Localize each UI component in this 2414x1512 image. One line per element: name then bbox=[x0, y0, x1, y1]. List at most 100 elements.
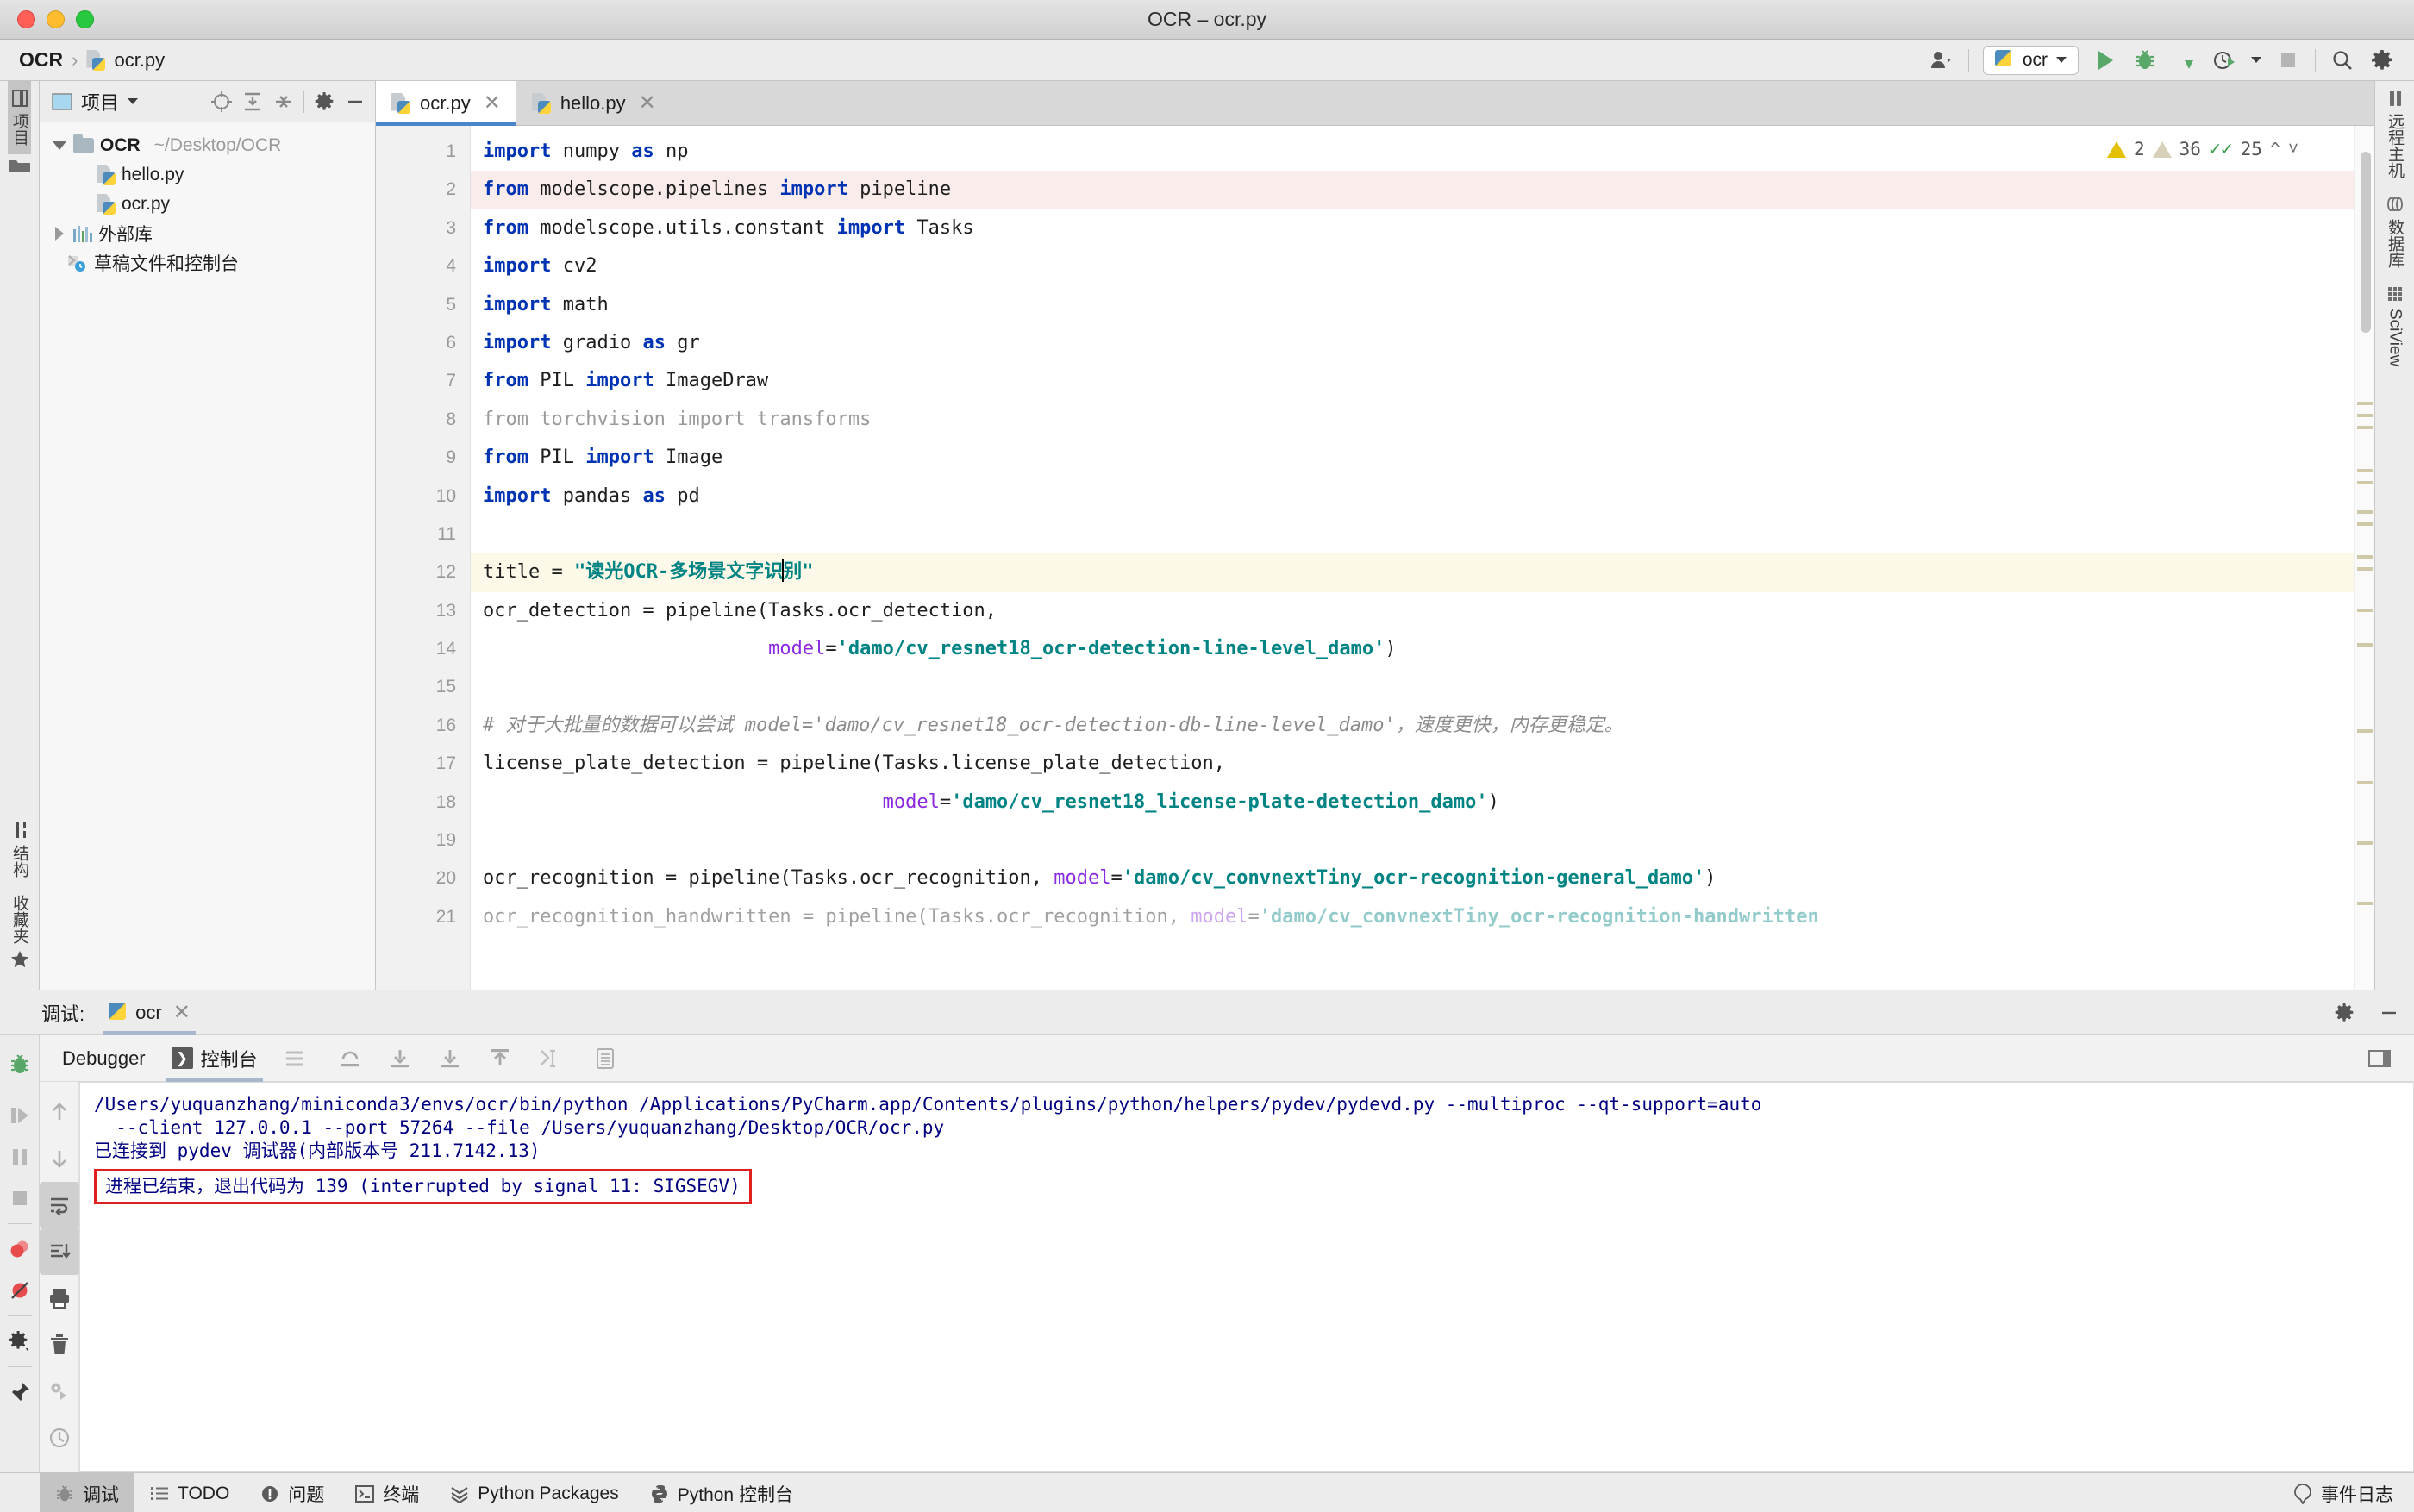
tree-item-ocr-py[interactable]: ocr.py bbox=[40, 190, 375, 219]
step-into-icon[interactable] bbox=[378, 1035, 422, 1082]
tab-console-label: 控制台 bbox=[200, 1048, 258, 1071]
code-editor[interactable]: 1 2 3 4 5 6 7 8 9 10 11 12 13 14 15 16 1… bbox=[376, 126, 2374, 990]
scroll-up-icon[interactable] bbox=[40, 1089, 79, 1135]
sidebar-item-favorites[interactable]: 收藏夹 bbox=[8, 886, 31, 978]
profile-icon[interactable] bbox=[2211, 47, 2237, 73]
bottom-tab-debug[interactable]: 调试 bbox=[40, 1472, 134, 1512]
chevron-right-icon-tree[interactable] bbox=[52, 227, 67, 241]
stop-program-icon[interactable] bbox=[0, 1178, 40, 1219]
force-step-into-icon[interactable] bbox=[428, 1035, 472, 1082]
tree-item-external-libraries[interactable]: 外部库 bbox=[40, 219, 375, 248]
tab-debugger[interactable]: Debugger bbox=[52, 1035, 156, 1082]
inspection-widget[interactable]: 2 36 ✓✓ 25 ^ ˅ bbox=[2101, 136, 2304, 162]
chevron-up-icon[interactable]: ^ bbox=[2270, 139, 2280, 159]
run-configuration-selector[interactable]: ocr bbox=[1982, 45, 2079, 75]
breadcrumb-project[interactable]: OCR bbox=[19, 48, 63, 72]
folder-badge-icon[interactable] bbox=[9, 154, 31, 177]
sidebar-item-structure-label: 结构 bbox=[10, 845, 28, 878]
close-icon[interactable]: ✕ bbox=[484, 91, 501, 116]
step-out-icon[interactable] bbox=[478, 1035, 522, 1082]
search-icon[interactable] bbox=[2330, 47, 2355, 73]
editor-code-area[interactable]: import numpy as np from modelscope.pipel… bbox=[471, 126, 2354, 990]
chevron-down-icon-tree[interactable] bbox=[52, 141, 67, 150]
close-icon[interactable]: ✕ bbox=[173, 1000, 191, 1025]
resume-program-icon[interactable] bbox=[0, 1095, 40, 1136]
sidebar-item-remote-host[interactable]: 远程主机 bbox=[2383, 81, 2406, 187]
sidebar-item-project[interactable]: 项目 bbox=[8, 81, 31, 154]
settings-gear-icon[interactable] bbox=[2333, 1002, 2355, 1024]
account-icon[interactable] bbox=[1929, 47, 1954, 73]
settings-gear-icon[interactable] bbox=[2369, 47, 2395, 73]
expand-all-icon[interactable] bbox=[241, 91, 264, 113]
breadcrumb-file[interactable]: ocr.py bbox=[114, 49, 165, 72]
run-icon[interactable] bbox=[2092, 47, 2118, 73]
bottom-tab-todo[interactable]: TODO bbox=[134, 1473, 245, 1512]
pin-icon[interactable] bbox=[0, 1371, 40, 1413]
chevron-down-icon-project[interactable] bbox=[128, 98, 139, 104]
line-number: 17 bbox=[435, 753, 456, 774]
scratches-console-icon bbox=[67, 253, 88, 272]
debug-bug-icon[interactable] bbox=[0, 1044, 40, 1085]
sidebar-item-sciview[interactable]: SciView bbox=[2386, 277, 2405, 375]
gear-icon[interactable] bbox=[313, 91, 335, 113]
tree-item-ocr-folder[interactable]: OCR ~/Desktop/OCR bbox=[40, 131, 375, 160]
sidebar-item-structure[interactable]: 结构 bbox=[8, 813, 31, 886]
event-log-button[interactable]: 事件日志 bbox=[2293, 1481, 2414, 1507]
bottom-tab-python-console[interactable]: Python 控制台 bbox=[635, 1473, 809, 1512]
bottom-tab-problems[interactable]: 问题 bbox=[245, 1473, 340, 1512]
soft-wrap-icon[interactable] bbox=[39, 1182, 79, 1228]
tab-hello-py[interactable]: hello.py ✕ bbox=[516, 81, 672, 125]
pause-program-icon[interactable] bbox=[0, 1136, 40, 1178]
chevron-down-icon-profile[interactable] bbox=[2251, 57, 2261, 63]
debug-icon[interactable] bbox=[2132, 47, 2158, 73]
bottom-tab-terminal-label: 终端 bbox=[383, 1484, 420, 1505]
bottom-tab-python-packages[interactable]: Python Packages bbox=[435, 1473, 634, 1512]
tree-item-hello-py[interactable]: hello.py bbox=[40, 160, 375, 190]
hide-panel-icon[interactable] bbox=[2367, 1002, 2400, 1024]
editor-marker-strip[interactable] bbox=[2354, 126, 2374, 990]
python-console-icon[interactable] bbox=[40, 1368, 79, 1415]
chevron-down-icon-inspect[interactable]: ˅ bbox=[2288, 138, 2298, 160]
code-line: ocr_detection = pipeline(Tasks.ocr_detec… bbox=[483, 599, 997, 622]
breadcrumb: OCR › ocr.py bbox=[19, 48, 165, 72]
editor-scrollbar-thumb[interactable] bbox=[2361, 152, 2371, 333]
scroll-to-end-icon[interactable] bbox=[39, 1228, 79, 1275]
layout-settings-icon[interactable] bbox=[2357, 1035, 2402, 1082]
code-line: title = "读光OCR-多场景文字识别" bbox=[471, 553, 2354, 592]
debug-console-output[interactable]: /Users/yuquanzhang/miniconda3/envs/ocr/b… bbox=[79, 1082, 2414, 1472]
line-number: 13 bbox=[435, 600, 456, 621]
tree-item-scratches[interactable]: 草稿文件和控制台 bbox=[40, 248, 375, 278]
tree-item-label: OCR bbox=[100, 135, 141, 155]
coverage-icon[interactable] bbox=[2172, 47, 2198, 73]
debug-session-tab[interactable]: ocr ✕ bbox=[97, 990, 203, 1035]
sidebar-item-database[interactable]: 数据库 bbox=[2383, 187, 2406, 277]
bottom-tab-debug-label: 调试 bbox=[83, 1484, 119, 1505]
run-to-cursor-icon[interactable] bbox=[528, 1035, 572, 1082]
warning-icon bbox=[2106, 141, 2126, 158]
print-icon[interactable] bbox=[40, 1275, 79, 1321]
close-icon[interactable]: ✕ bbox=[639, 91, 656, 116]
trash-icon[interactable] bbox=[40, 1321, 79, 1368]
hide-panel-icon[interactable] bbox=[344, 91, 366, 113]
history-icon[interactable] bbox=[40, 1415, 79, 1461]
tab-console[interactable]: ❯ 控制台 bbox=[161, 1035, 268, 1082]
debug-settings-icon[interactable] bbox=[0, 1321, 40, 1362]
tab-ocr-py[interactable]: ocr.py ✕ bbox=[376, 81, 516, 126]
python-file-icon bbox=[531, 92, 551, 114]
database-icon bbox=[2386, 196, 2404, 213]
locate-icon[interactable] bbox=[210, 91, 233, 113]
view-breakpoints-icon[interactable] bbox=[0, 1228, 40, 1270]
menu-icon[interactable] bbox=[273, 1035, 316, 1082]
console-line-3: 已连接到 pydev 调试器(内部版本号 211.7142.13) bbox=[94, 1140, 541, 1161]
mute-breakpoints-icon[interactable] bbox=[0, 1270, 40, 1311]
editor-gutter[interactable]: 1 2 3 4 5 6 7 8 9 10 11 12 13 14 15 16 1… bbox=[376, 126, 471, 990]
line-number: 8 bbox=[446, 409, 456, 429]
step-over-icon[interactable] bbox=[328, 1035, 372, 1082]
bottom-tab-terminal[interactable]: 终端 bbox=[340, 1473, 435, 1512]
scroll-down-icon[interactable] bbox=[40, 1135, 79, 1182]
window-title-bar: OCR – ocr.py bbox=[0, 0, 2414, 40]
evaluate-expression-icon[interactable] bbox=[584, 1035, 627, 1082]
collapse-all-icon[interactable] bbox=[272, 91, 295, 113]
